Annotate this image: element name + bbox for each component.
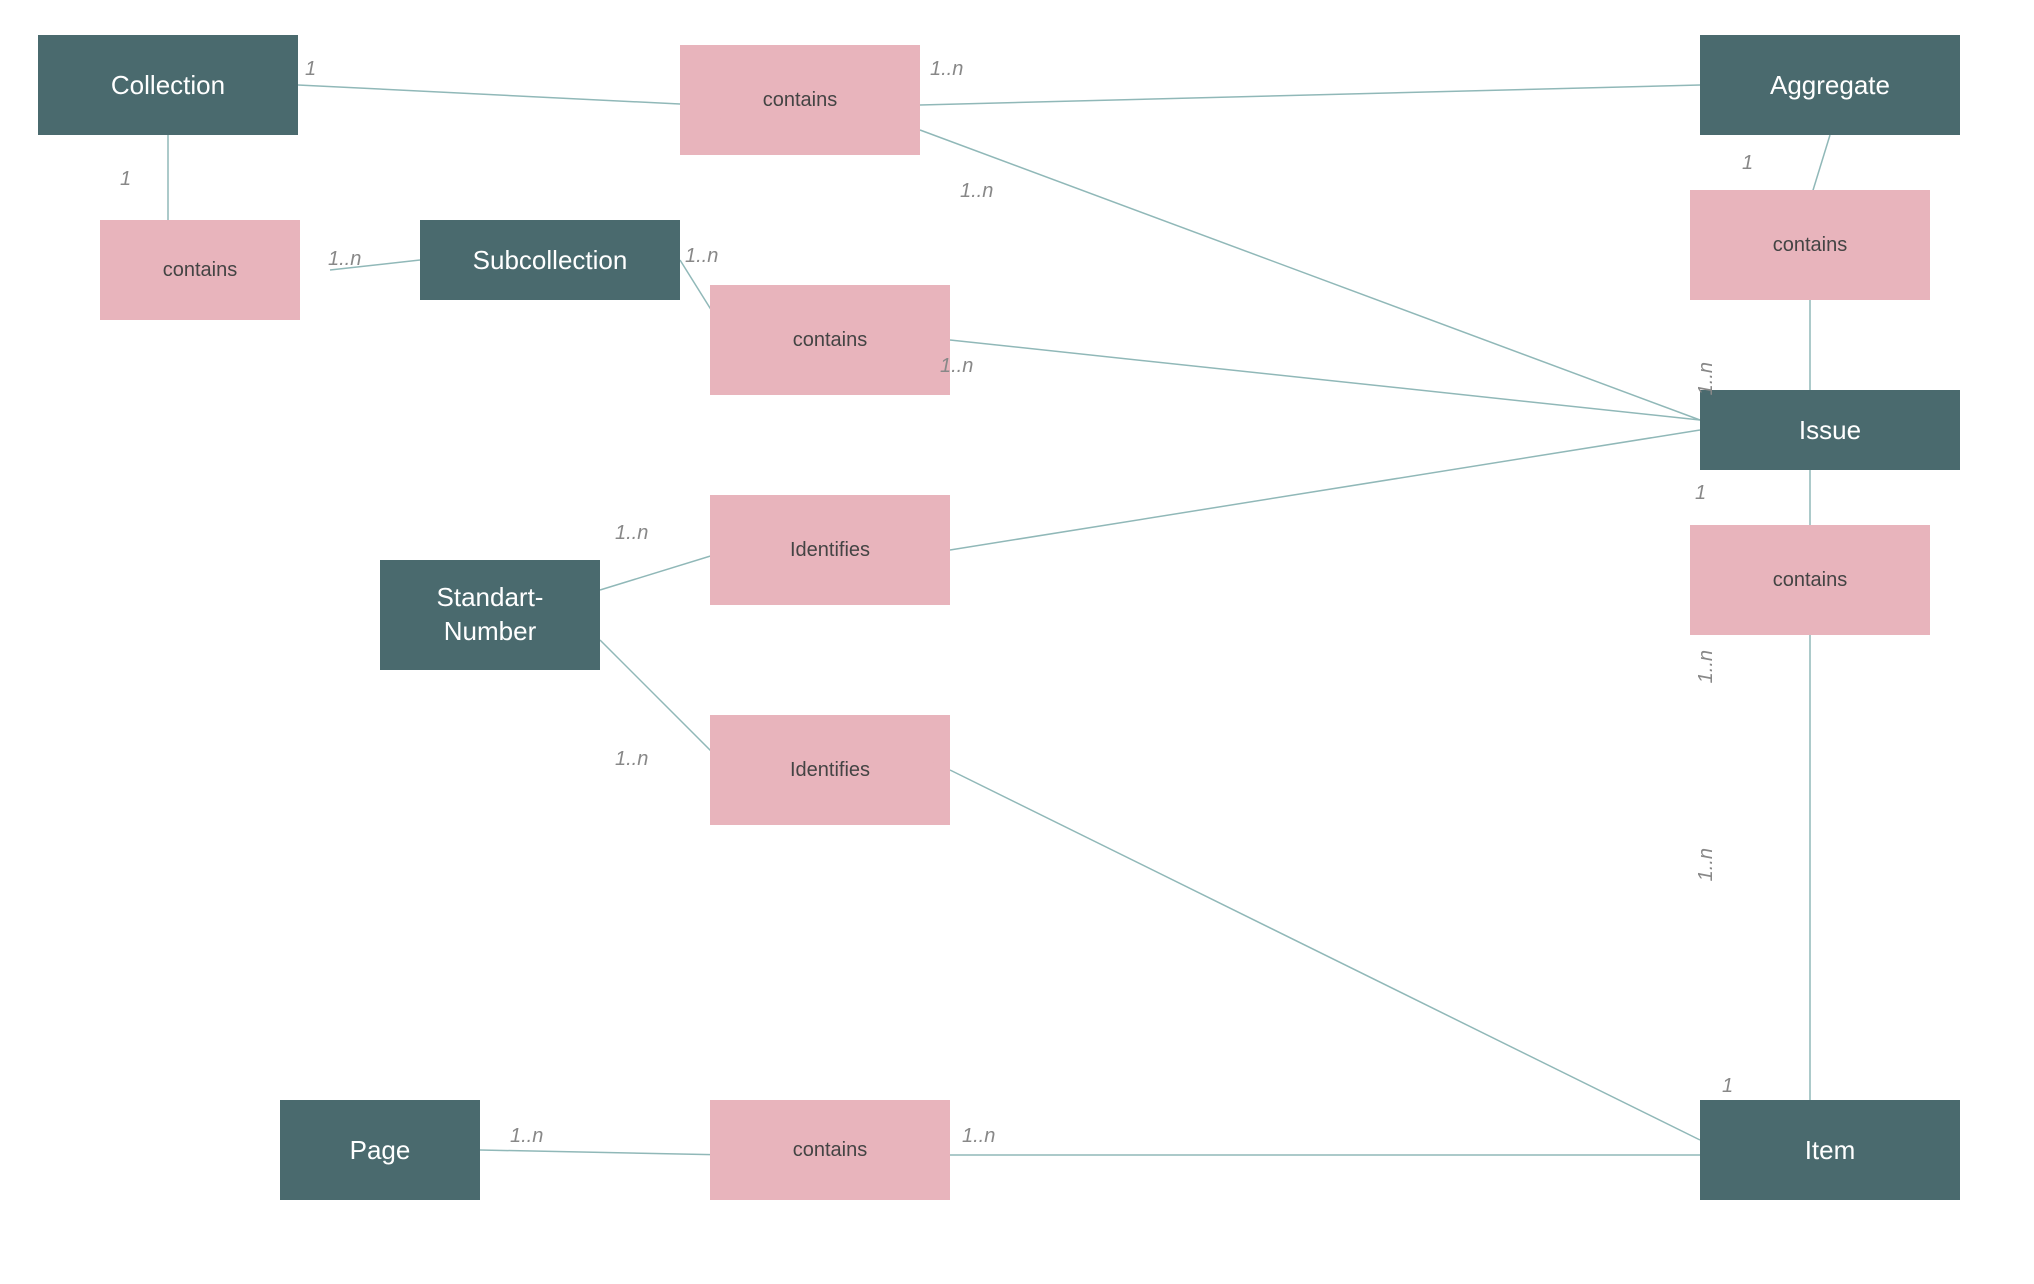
card-3: 1 — [120, 168, 131, 191]
card-15: 1..n — [510, 1125, 543, 1148]
card-9: 1..n — [1695, 362, 1718, 395]
card-4: 1..n — [328, 248, 361, 271]
diamond-contains2: contains — [100, 220, 300, 320]
entity-collection: Collection — [38, 35, 298, 135]
card-1: 1 — [305, 58, 316, 81]
card-5: 1..n — [685, 245, 718, 268]
entity-standart-number: Standart- Number — [380, 560, 600, 670]
card-11: 1..n — [1695, 650, 1718, 683]
diamond-contains5: contains — [1690, 525, 1930, 635]
entity-subcollection: Subcollection — [420, 220, 680, 300]
entity-issue: Issue — [1700, 390, 1960, 470]
diamond-contains6: contains — [710, 1100, 950, 1200]
entity-aggregate: Aggregate — [1700, 35, 1960, 135]
card-8: 1 — [1742, 152, 1753, 175]
card-10: 1 — [1695, 482, 1706, 505]
diagram-container: Collection Subcollection Aggregate Issue… — [0, 0, 2034, 1284]
diamond-identifies2: Identifies — [710, 715, 950, 825]
diamond-contains3: contains — [710, 285, 950, 395]
card-6: 1..n — [960, 180, 993, 203]
card-16: 1..n — [962, 1125, 995, 1148]
entity-item: Item — [1700, 1100, 1960, 1200]
card-14: 1 — [1722, 1075, 1733, 1098]
diamond-identifies1: Identifies — [710, 495, 950, 605]
diamond-contains4: contains — [1690, 190, 1930, 300]
card-7: 1..n — [940, 355, 973, 378]
card-17: 1..n — [1695, 848, 1718, 881]
card-12: 1..n — [615, 522, 648, 545]
card-2: 1..n — [930, 58, 963, 81]
entity-page: Page — [280, 1100, 480, 1200]
card-13: 1..n — [615, 748, 648, 771]
diamond-contains1: contains — [680, 45, 920, 155]
